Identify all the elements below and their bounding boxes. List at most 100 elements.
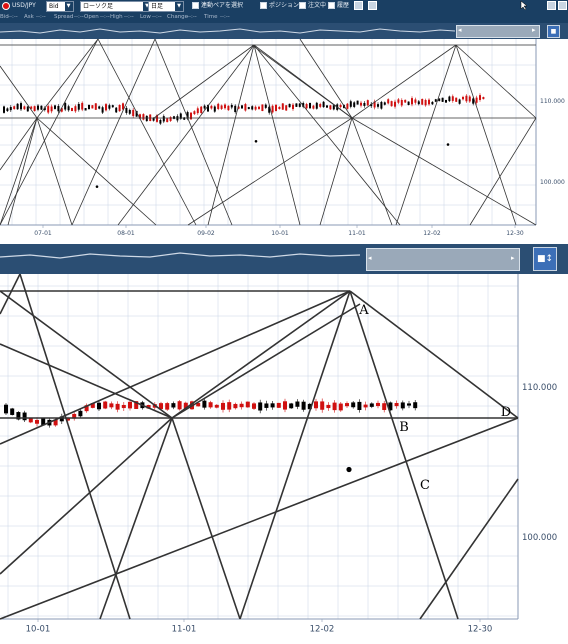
candle-body bbox=[441, 97, 444, 102]
candle-body bbox=[315, 102, 318, 109]
gann-fan-line bbox=[253, 44, 301, 226]
link-pair-checkbox[interactable]: 連動ペアを選択 bbox=[192, 0, 243, 12]
window-icon-button[interactable] bbox=[354, 0, 363, 12]
candle-body bbox=[162, 116, 165, 122]
candle-body bbox=[233, 403, 238, 409]
candle-body bbox=[276, 402, 281, 408]
candle-body bbox=[424, 99, 427, 106]
candle-body bbox=[382, 403, 387, 410]
candle-body bbox=[177, 401, 182, 410]
candle-body bbox=[152, 118, 155, 121]
gann-fan-line bbox=[71, 39, 156, 226]
candle-body bbox=[278, 106, 281, 109]
gann-fan-line bbox=[171, 290, 351, 419]
x-axis-tick-label: 12-02 bbox=[423, 230, 441, 237]
candle-body bbox=[84, 108, 87, 111]
candle-body bbox=[285, 105, 288, 111]
candle-body bbox=[320, 401, 325, 410]
bottom-chart[interactable]: 110.000 100.000 10-01 11-01 12-02 12-30 A B C D bbox=[0, 274, 568, 644]
position-checkbox[interactable]: ポジション bbox=[260, 0, 299, 12]
candle-body bbox=[326, 404, 331, 409]
candle-body bbox=[97, 402, 101, 410]
history-label: 履歴 bbox=[337, 2, 350, 9]
symbol-selector[interactable]: USD/JPY bbox=[2, 0, 36, 12]
x-axis-tick-label: 11-01 bbox=[348, 230, 366, 237]
candle-body bbox=[214, 404, 219, 408]
navigator-lock-button-2[interactable]: ■↕ bbox=[533, 247, 557, 271]
candle-body bbox=[363, 404, 368, 408]
candle-body bbox=[128, 401, 132, 409]
candle-body bbox=[145, 115, 148, 122]
orders-checkbox[interactable]: 注文中 bbox=[299, 0, 326, 12]
candle-body bbox=[101, 107, 104, 113]
chart-navigator-bottom[interactable]: ◂ ▸ ■↕ bbox=[0, 244, 568, 274]
candle-body bbox=[482, 97, 485, 100]
candle-body bbox=[357, 401, 362, 411]
candle-body bbox=[67, 106, 70, 111]
candle-body bbox=[128, 109, 131, 114]
chart-toolbar: USD/JPY Bid ▼ ローソク足 ▼ 日足 ▼ 連動ペアを選択 ポジション 注文… bbox=[0, 0, 568, 12]
chart-navigator-top[interactable]: ◂ ▸ ■ bbox=[0, 23, 568, 39]
info-change-label: Change bbox=[167, 14, 189, 20]
gann-fan-line bbox=[19, 274, 131, 620]
info-time-label: Time bbox=[204, 14, 218, 20]
candle-body bbox=[455, 97, 458, 102]
settings-button[interactable] bbox=[547, 0, 556, 12]
candle-body bbox=[234, 105, 237, 113]
candle-body bbox=[132, 109, 135, 117]
candle-body bbox=[383, 102, 386, 105]
candle-body bbox=[479, 95, 481, 100]
history-checkbox[interactable]: 履歴 bbox=[328, 0, 349, 12]
navigator-lock-button[interactable]: ■ bbox=[547, 25, 560, 38]
x-axis-tick-label: 08-01 bbox=[117, 230, 135, 237]
candle-body bbox=[220, 105, 223, 109]
candle-body bbox=[202, 400, 207, 408]
candle-body bbox=[407, 101, 410, 105]
candle-body bbox=[20, 103, 22, 110]
candle-body bbox=[71, 107, 73, 111]
candle-body bbox=[264, 403, 269, 408]
candle-body bbox=[33, 106, 36, 112]
price-marker-dot bbox=[254, 140, 258, 143]
candle-body bbox=[81, 102, 84, 110]
candle-body bbox=[217, 103, 220, 110]
export-icon-button[interactable] bbox=[368, 0, 377, 12]
candle-body bbox=[295, 401, 300, 407]
candle-body bbox=[394, 402, 399, 407]
candle-body bbox=[275, 104, 277, 111]
candle-body bbox=[258, 106, 260, 109]
candle-body bbox=[448, 96, 451, 102]
candle-body bbox=[94, 103, 97, 110]
navigator-left-arrow-icon[interactable]: ◂ bbox=[458, 26, 462, 34]
navigator-left-arrow-icon-2[interactable]: ◂ bbox=[368, 254, 372, 262]
candle-body bbox=[309, 102, 311, 109]
candle-body bbox=[431, 101, 434, 105]
checkbox-icon bbox=[328, 2, 335, 9]
x-axis-tick-label: 12-02 bbox=[310, 625, 335, 635]
close-button[interactable] bbox=[558, 0, 567, 12]
navigator-range-window-2[interactable] bbox=[366, 248, 520, 271]
info-bid-value: --:-- bbox=[8, 14, 18, 20]
candle-body bbox=[16, 103, 19, 110]
checkbox-icon bbox=[192, 2, 199, 9]
navigator-right-arrow-icon-2[interactable]: ▸ bbox=[511, 254, 515, 262]
candle-body bbox=[407, 403, 411, 406]
candle-body bbox=[434, 99, 437, 102]
candle-body bbox=[397, 99, 400, 103]
candle-body bbox=[338, 403, 343, 411]
annotation-label-d: D bbox=[501, 405, 511, 420]
candle-body bbox=[346, 103, 349, 109]
candle-body bbox=[251, 106, 254, 110]
navigator-right-arrow-icon[interactable]: ▸ bbox=[532, 26, 536, 34]
candle-body bbox=[241, 105, 243, 109]
candle-body bbox=[332, 402, 337, 411]
candle-body bbox=[28, 418, 33, 423]
symbol-label: USD/JPY bbox=[12, 2, 36, 9]
candle-body bbox=[40, 105, 43, 110]
navigator-range-window[interactable] bbox=[456, 25, 540, 38]
orders-label: 注文中 bbox=[308, 2, 327, 9]
candle-body bbox=[351, 402, 356, 408]
candle-body bbox=[35, 419, 39, 424]
gann-fan-line bbox=[207, 44, 255, 226]
top-chart[interactable]: 110.000 100.000 07-01 08-01 09-02 10-01 11-01 1… bbox=[0, 39, 568, 244]
